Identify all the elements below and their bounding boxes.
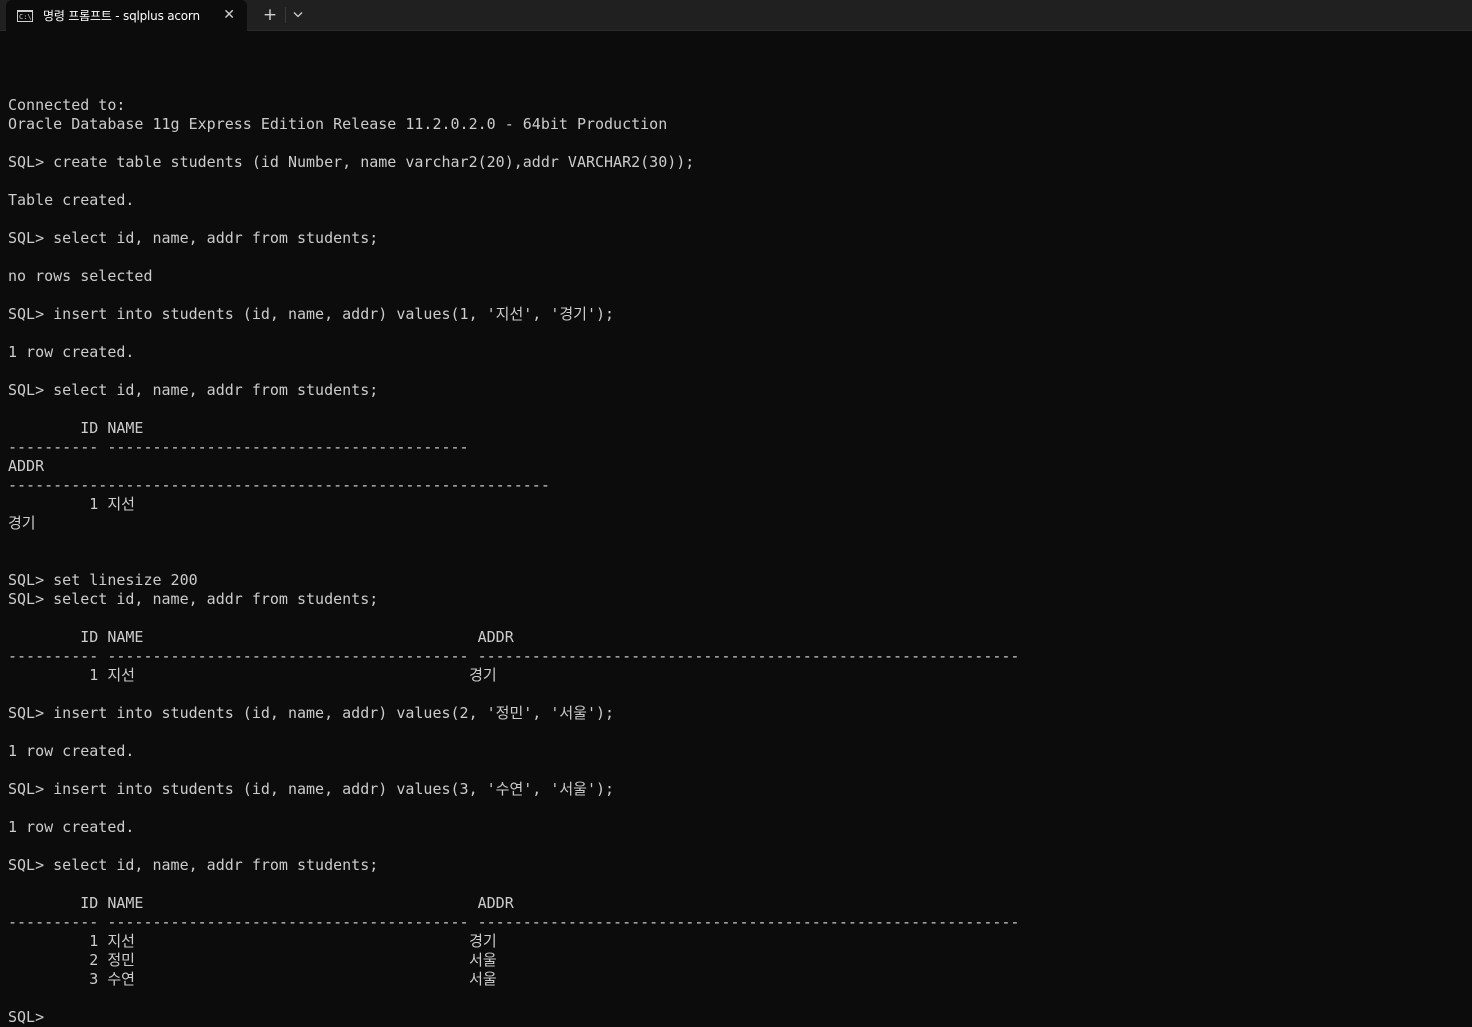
console-line: SQL> create table students (id Number, n…: [8, 153, 695, 171]
console-line: 경기: [8, 514, 36, 532]
console-line: SQL> select id, name, addr from students…: [8, 856, 379, 874]
console-line: 1 지선 경기: [8, 666, 497, 684]
console-line: ----------------------------------------…: [8, 476, 550, 494]
console-line: 3 수연 서울: [8, 970, 497, 988]
console-line: Table created.: [8, 191, 135, 209]
new-tab-button[interactable]: +: [262, 5, 278, 25]
console-line: ---------- -----------------------------…: [8, 913, 1020, 931]
terminal-icon: C:\: [17, 9, 33, 22]
chevron-down-icon[interactable]: [291, 5, 305, 25]
console-line: 1 지선 경기: [8, 932, 497, 950]
console-line: Oracle Database 11g Express Edition Rele…: [8, 115, 668, 133]
console-line: SQL> insert into students (id, name, add…: [8, 305, 615, 323]
console-line: SQL> insert into students (id, name, add…: [8, 704, 615, 722]
console-line: SQL> select id, name, addr from students…: [8, 229, 379, 247]
console-line: no rows selected: [8, 267, 153, 285]
console-line: ID NAME ADDR: [8, 894, 514, 912]
console-line: 1 row created.: [8, 742, 135, 760]
console-line: 1 row created.: [8, 818, 135, 836]
console-line: ADDR: [8, 457, 45, 475]
close-tab-button[interactable]: ✕: [223, 6, 235, 24]
console-line: SQL> select id, name, addr from students…: [8, 590, 379, 608]
title-bar: C:\ 명령 프롬프트 - sqlplus acorn ✕ +: [0, 0, 1472, 31]
console-line: SQL> insert into students (id, name, add…: [8, 780, 615, 798]
console-line: 1 지선: [8, 495, 135, 513]
console-line: SQL>: [8, 1008, 54, 1026]
console-line: ---------- -----------------------------…: [8, 647, 1020, 665]
console-line: SQL> select id, name, addr from students…: [8, 381, 379, 399]
console-line: Connected to:: [8, 96, 126, 114]
console-line: ---------- -----------------------------…: [8, 438, 469, 456]
console-output[interactable]: Connected to: Oracle Database 11g Express…: [8, 77, 1019, 1027]
console-line: SQL> set linesize 200: [8, 571, 198, 589]
console-line: ID NAME ADDR: [8, 628, 514, 646]
tab-title: 명령 프롬프트 - sqlplus acorn: [43, 9, 200, 23]
console-line: 2 정민 서울: [8, 951, 497, 969]
console-line: ID NAME: [8, 419, 144, 437]
console-line: 1 row created.: [8, 343, 135, 361]
tab-command-prompt[interactable]: C:\ 명령 프롬프트 - sqlplus acorn ✕: [6, 0, 247, 31]
divider: [285, 7, 286, 23]
